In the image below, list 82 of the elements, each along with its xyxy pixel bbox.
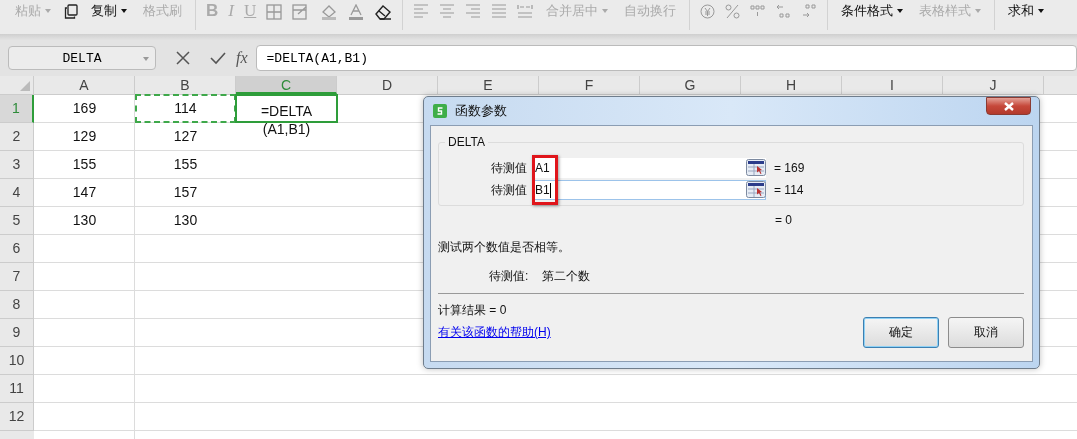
row-header[interactable]: 9 <box>0 319 34 347</box>
row-header[interactable]: 12 <box>0 403 34 431</box>
thousands-icon[interactable] <box>750 4 766 17</box>
column-header[interactable]: A <box>34 76 135 94</box>
caret-icon <box>121 9 127 13</box>
table-cell-text: 147 <box>71 183 98 202</box>
argument-label: 待测值 <box>490 181 528 199</box>
column-header[interactable]: G <box>640 76 741 94</box>
align-icon[interactable] <box>465 4 482 18</box>
close-button[interactable] <box>986 97 1031 115</box>
row-header[interactable]: 5 <box>0 207 34 235</box>
table-cell-text: 130 <box>172 211 199 230</box>
decimal-decrease-icon[interactable] <box>801 4 818 18</box>
name-box[interactable]: DELTA <box>8 46 156 70</box>
decimal-increase-icon[interactable] <box>775 4 792 18</box>
table-cell: 114 <box>174 100 197 116</box>
toolbar-button[interactable]: 复制 <box>88 2 130 20</box>
indent-icon[interactable] <box>517 4 534 18</box>
caret-icon <box>45 9 51 13</box>
row-header[interactable]: 8 <box>0 291 34 319</box>
range-select-icon[interactable] <box>746 181 766 198</box>
calculation-result: 计算结果 = 0 <box>438 302 508 319</box>
row-header[interactable]: 11 <box>0 375 34 403</box>
dialog-button[interactable]: 确定 <box>863 317 939 348</box>
select-all-icon[interactable] <box>20 81 30 91</box>
table-cell-text: 129 <box>71 127 98 146</box>
caret-icon <box>897 9 904 13</box>
row-header[interactable]: 6 <box>0 235 34 263</box>
function-description: 测试两个数值是否相等。 <box>438 239 571 256</box>
currency-icon[interactable] <box>700 4 716 19</box>
row-header[interactable]: 10 <box>0 347 34 375</box>
function-name: DELTA <box>445 135 488 149</box>
column-header[interactable]: H <box>741 76 842 94</box>
argument-field[interactable]: B1 <box>533 180 766 200</box>
confirm-icon[interactable] <box>210 51 226 65</box>
cancel-icon[interactable] <box>176 51 190 65</box>
close-icon <box>1002 101 1015 111</box>
column-header[interactable]: I <box>842 76 943 94</box>
app-icon <box>433 104 447 118</box>
dialog-button[interactable]: 取消 <box>948 317 1024 348</box>
help-link[interactable]: 有关该函数的帮助(H) <box>438 324 551 341</box>
column-header[interactable]: D <box>337 76 438 94</box>
row-header[interactable]: 4 <box>0 179 34 207</box>
align-icon[interactable] <box>491 4 508 18</box>
column-header[interactable]: E <box>438 76 539 94</box>
table-cell-text: 127 <box>172 127 199 146</box>
column-header[interactable]: F <box>539 76 640 94</box>
caret-icon <box>602 9 609 13</box>
table-cell-text: 155 <box>172 155 199 174</box>
caret-icon <box>975 9 982 13</box>
font-color-icon[interactable] <box>348 4 365 21</box>
caret-icon <box>143 57 149 61</box>
fill-color-icon[interactable] <box>320 4 339 20</box>
table-cell-text: 169 <box>71 99 98 118</box>
percent-icon[interactable] <box>725 4 741 19</box>
row-header[interactable]: 3 <box>0 151 34 179</box>
align-icon[interactable] <box>439 4 456 18</box>
column-header[interactable]: J <box>943 76 1044 94</box>
argument-description: 第二个数 <box>542 268 591 285</box>
table-cell-text: =DELTA(A1,B1) <box>259 102 314 138</box>
formula-result: = 0 <box>775 213 793 229</box>
argument-label: 待测值 <box>490 159 528 177</box>
argument-result: = 114 <box>774 183 804 197</box>
align-icon[interactable] <box>413 4 430 18</box>
row-header[interactable]: 7 <box>0 263 34 291</box>
toolbar-button[interactable]: 求和 <box>1005 2 1048 20</box>
eraser-icon[interactable] <box>374 4 393 20</box>
toolbar-button[interactable]: 条件格式 <box>838 2 907 20</box>
row-header[interactable]: 2 <box>0 123 34 151</box>
formula-field[interactable]: =DELTA(A1,B1) <box>255 45 1077 71</box>
argument-result: = 169 <box>774 161 805 175</box>
range-select-icon[interactable] <box>746 159 766 176</box>
copy-icon[interactable] <box>64 4 78 19</box>
table-cell-text: 155 <box>71 155 98 174</box>
caret-icon <box>1038 9 1045 13</box>
argument-name: 待测值: <box>489 268 529 285</box>
argument-field[interactable]: A1 <box>533 158 766 178</box>
table-cell-text: 130 <box>71 211 98 230</box>
border-icon[interactable] <box>266 4 283 20</box>
dialog-title: 函数参数 <box>455 102 507 120</box>
table-cell-text: 157 <box>172 183 199 202</box>
function-button[interactable]: fx <box>236 49 248 67</box>
